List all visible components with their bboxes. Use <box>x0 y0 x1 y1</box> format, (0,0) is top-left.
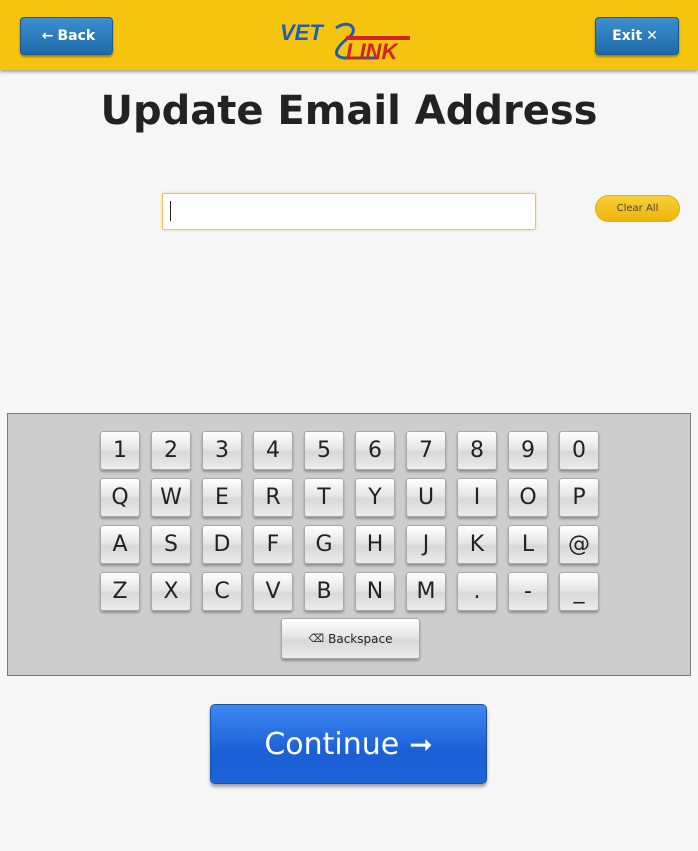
key-d[interactable]: D <box>202 525 242 564</box>
close-icon: ✕ <box>646 28 658 44</box>
key-c[interactable]: C <box>202 572 242 611</box>
exit-button[interactable]: Exit ✕ <box>595 17 679 55</box>
key-y[interactable]: Y <box>355 478 395 517</box>
key-0[interactable]: 0 <box>559 431 599 470</box>
header-bar: ← Back VET LINK Exit ✕ <box>0 0 698 70</box>
back-button[interactable]: ← Back <box>20 17 113 55</box>
exit-label: Exit <box>612 28 643 44</box>
key-t[interactable]: T <box>304 478 344 517</box>
key-hyphen[interactable]: - <box>508 572 548 611</box>
key-a[interactable]: A <box>100 525 140 564</box>
key-6[interactable]: 6 <box>355 431 395 470</box>
key-g[interactable]: G <box>304 525 344 564</box>
clear-all-button[interactable]: Clear All <box>595 195 680 222</box>
key-f[interactable]: F <box>253 525 293 564</box>
key-w[interactable]: W <box>151 478 191 517</box>
key-v[interactable]: V <box>253 572 293 611</box>
arrow-right-icon: ➞ <box>409 727 433 761</box>
key-k[interactable]: K <box>457 525 497 564</box>
logo-word-link: LINK <box>346 39 399 62</box>
key-4[interactable]: 4 <box>253 431 293 470</box>
key-e[interactable]: E <box>202 478 242 517</box>
key-r[interactable]: R <box>253 478 293 517</box>
email-input[interactable] <box>162 193 536 230</box>
key-8[interactable]: 8 <box>457 431 497 470</box>
on-screen-keyboard: ⌫ Backspace 1234567890 QWERTYUIOP ASDFGHJK… <box>7 413 691 676</box>
key-l[interactable]: L <box>508 525 548 564</box>
key-u[interactable]: U <box>406 478 446 517</box>
continue-label: Continue <box>264 726 400 762</box>
key-at[interactable]: @ <box>559 525 599 564</box>
key-z[interactable]: Z <box>100 572 140 611</box>
key-5[interactable]: 5 <box>304 431 344 470</box>
key-3[interactable]: 3 <box>202 431 242 470</box>
key-j[interactable]: J <box>406 525 446 564</box>
key-1[interactable]: 1 <box>100 431 140 470</box>
vetlink-logo: VET LINK <box>280 20 410 62</box>
key-x[interactable]: X <box>151 572 191 611</box>
key-p[interactable]: P <box>559 478 599 517</box>
arrow-left-icon: ← <box>41 28 54 44</box>
continue-button[interactable]: Continue ➞ <box>210 704 487 784</box>
key-m[interactable]: M <box>406 572 446 611</box>
key-7[interactable]: 7 <box>406 431 446 470</box>
logo-word-vet: VET <box>280 20 324 45</box>
key-9[interactable]: 9 <box>508 431 548 470</box>
text-cursor <box>170 201 171 221</box>
backspace-icon: ⌫ <box>308 632 325 645</box>
key-b[interactable]: B <box>304 572 344 611</box>
key-o[interactable]: O <box>508 478 548 517</box>
key-i[interactable]: I <box>457 478 497 517</box>
key-n[interactable]: N <box>355 572 395 611</box>
key-q[interactable]: Q <box>100 478 140 517</box>
page-title: Update Email Address <box>100 88 598 134</box>
backspace-key[interactable]: ⌫ Backspace <box>281 618 420 659</box>
key-2[interactable]: 2 <box>151 431 191 470</box>
back-label: Back <box>57 28 96 44</box>
key-underscore[interactable]: _ <box>559 572 599 611</box>
backspace-label: Backspace <box>328 631 393 646</box>
key-h[interactable]: H <box>355 525 395 564</box>
key-period[interactable]: . <box>457 572 497 611</box>
key-s[interactable]: S <box>151 525 191 564</box>
